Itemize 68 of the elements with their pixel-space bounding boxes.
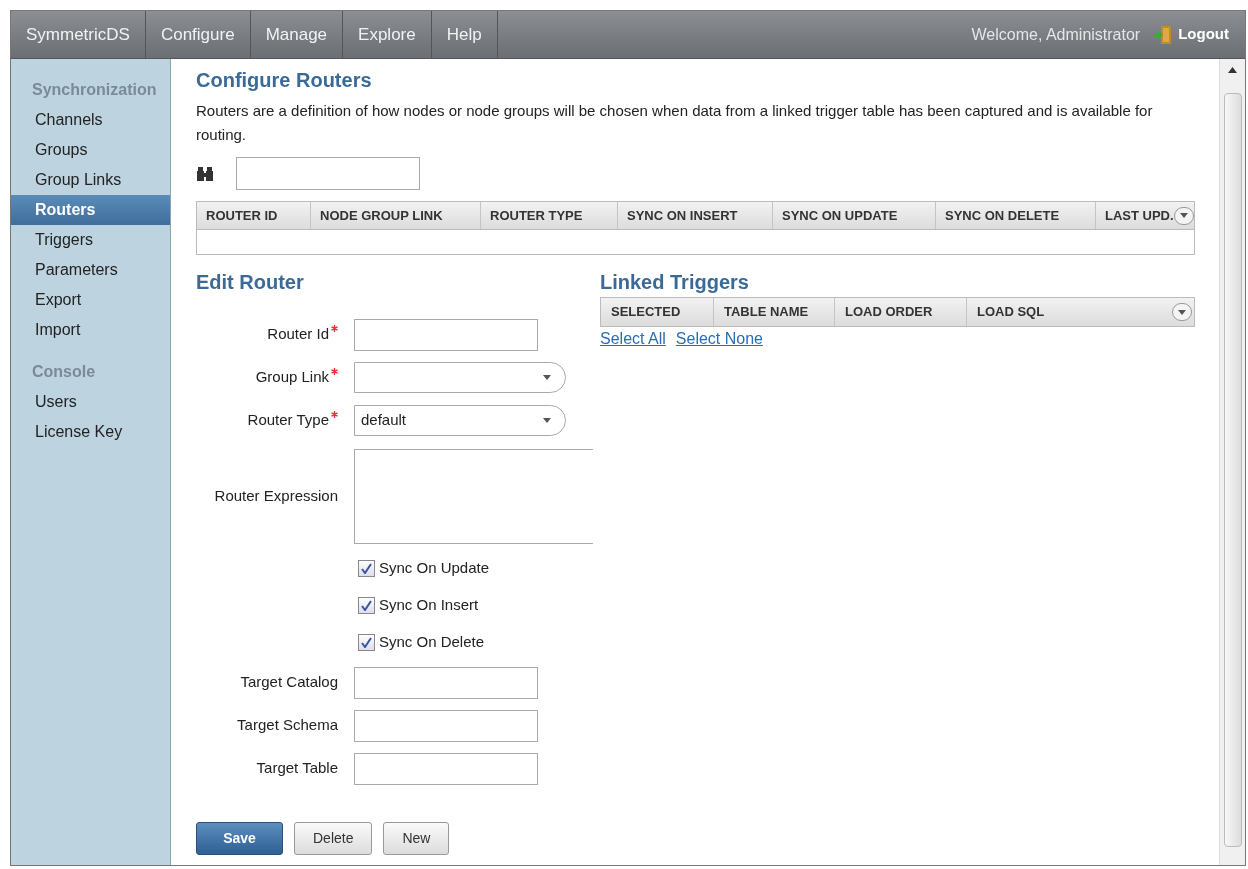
column-header: SYNC ON UPDATE: [773, 202, 936, 229]
sidebar-item[interactable]: Export: [11, 285, 170, 315]
caret-icon: [1178, 309, 1186, 315]
sidebar-item[interactable]: Group Links: [11, 165, 170, 195]
sidebar-item[interactable]: Parameters: [11, 255, 170, 285]
checkbox-label: Sync On Delete: [379, 632, 485, 653]
page-title: Configure Routers: [196, 68, 373, 93]
input-field[interactable]: [354, 318, 538, 351]
column-header: SYNC ON DELETE: [936, 202, 1096, 229]
column-header: LOAD ORDER: [845, 303, 933, 322]
button[interactable]: Save: [196, 822, 283, 855]
field-label: Router Type: [247, 410, 329, 431]
scroll-up-arrow-icon[interactable]: [1228, 67, 1237, 73]
sidebar-item[interactable]: Routers: [11, 195, 170, 225]
column-header: LOAD SQL: [977, 303, 1045, 322]
field-label: Target Catalog: [240, 672, 338, 693]
column-header: ROUTER TYPE: [481, 202, 618, 229]
nav-tab[interactable]: Configure: [145, 11, 251, 58]
column-header: ROUTER ID: [197, 202, 311, 229]
checkbox[interactable]: [358, 560, 375, 577]
sidebar-item[interactable]: License Key: [11, 417, 170, 447]
field-label: Group Link: [255, 367, 329, 388]
caret-icon: [1179, 213, 1188, 218]
nav-tab[interactable]: Manage: [250, 11, 344, 58]
section-title: Linked Triggers: [600, 270, 750, 295]
checkbox-label: Sync On Insert: [379, 595, 479, 616]
column-menu-button[interactable]: [1172, 303, 1192, 321]
sidebar-item[interactable]: Groups: [11, 135, 170, 165]
column-header: NODE GROUP LINK: [311, 202, 481, 229]
field-label: Target Schema: [237, 715, 338, 736]
column-menu-button[interactable]: [1173, 206, 1194, 225]
dropdown-value: default: [361, 410, 408, 431]
sidebar-item[interactable]: Triggers: [11, 225, 170, 255]
sidebar-item[interactable]: Channels: [11, 105, 170, 135]
field-label: Router Expression: [214, 485, 338, 506]
column-header: SYNC ON INSERT: [618, 202, 773, 229]
column-header: SELECTED: [611, 303, 681, 322]
button[interactable]: New: [383, 822, 450, 855]
logout-link[interactable]: Logout: [1152, 23, 1229, 46]
sidebar-item[interactable]: Import: [11, 315, 170, 345]
search-field[interactable]: [236, 157, 420, 190]
input-field[interactable]: [354, 666, 538, 699]
description: Routers are a definition of how nodes or node groups will be chosen when data from a linked trigger table has been captured and is available for routing.: [196, 101, 1154, 145]
caret-icon: [543, 375, 551, 380]
section-title: Edit Router: [196, 270, 305, 295]
caret-icon: [543, 418, 551, 423]
link[interactable]: Select All: [600, 327, 666, 351]
sidebar-item[interactable]: Users: [11, 387, 170, 417]
column-header: TABLE NAME: [724, 303, 809, 322]
nav-tab[interactable]: SymmetricDS: [11, 11, 146, 58]
scrollbar[interactable]: [1219, 59, 1245, 865]
input-field[interactable]: [354, 709, 538, 742]
checkbox[interactable]: [358, 634, 375, 651]
button[interactable]: Delete: [294, 822, 373, 855]
sidebar-heading: Console: [31, 362, 97, 382]
column-header: LAST UPD.: [1105, 206, 1174, 225]
field-label: Target Table: [256, 758, 338, 779]
sidebar-heading: Synchronization: [31, 80, 158, 100]
binoculars-icon: [196, 164, 216, 183]
input-field[interactable]: [354, 752, 538, 785]
text-area[interactable]: [354, 448, 593, 544]
checkbox-label: Sync On Update: [379, 558, 490, 579]
link[interactable]: Select None: [675, 327, 763, 351]
nav-tab[interactable]: Help: [431, 11, 498, 58]
checkbox[interactable]: [358, 597, 375, 614]
nav-tab[interactable]: Explore: [343, 11, 432, 58]
field-label: Router Id: [267, 324, 329, 345]
welcome-text: Welcome, Administrator: [971, 24, 1141, 45]
